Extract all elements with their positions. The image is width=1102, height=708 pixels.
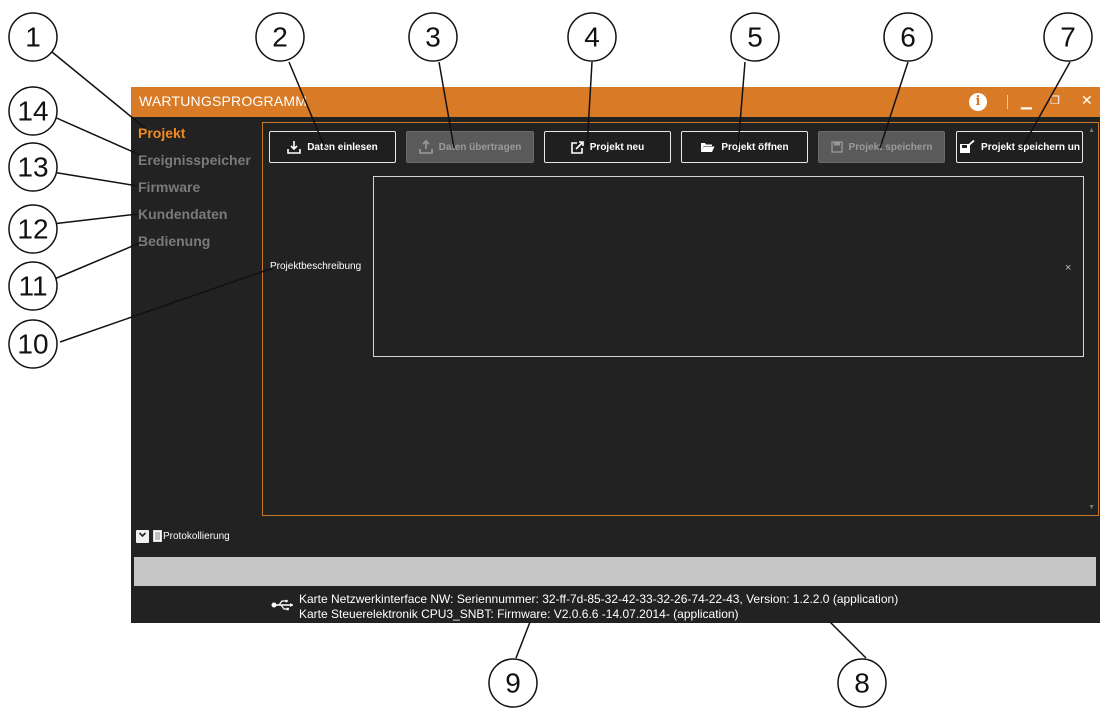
title-bar[interactable]: WARTUNGSPROGRAMM i ▁ ❐ ✕ xyxy=(131,87,1100,117)
document-icon xyxy=(153,530,162,542)
info-icon[interactable]: i xyxy=(969,93,987,111)
projekt-neu-button[interactable]: Projekt neu xyxy=(544,131,671,163)
window-title: WARTUNGSPROGRAMM xyxy=(139,93,308,109)
save-icon xyxy=(830,141,843,153)
callout-8: 8 xyxy=(854,668,870,699)
projekt-speichern-button[interactable]: Projekt speichern xyxy=(818,131,945,163)
scroll-down-icon[interactable]: ▼ xyxy=(1088,504,1095,511)
status-line-network: Karte Netzwerkinterface NW: Seriennummer… xyxy=(299,592,899,606)
chevron-down-icon[interactable] xyxy=(136,530,149,543)
minimize-icon[interactable]: ▁ xyxy=(1021,93,1032,110)
protokollierung-label[interactable]: Protokollierung xyxy=(163,531,230,542)
folder-open-icon xyxy=(701,143,715,152)
upload-tray-icon xyxy=(418,140,433,154)
sidebar-item-bedienung[interactable]: Bedienung xyxy=(138,233,210,249)
sidebar-item-ereignisspeicher[interactable]: Ereignisspeicher xyxy=(138,152,251,168)
projekt-neu-label: Projekt neu xyxy=(589,141,645,153)
projekt-speichern-unter-button[interactable]: Projekt speichern un xyxy=(956,131,1083,163)
callout-6: 6 xyxy=(900,22,916,53)
callout-3: 3 xyxy=(425,22,441,53)
daten-einlesen-button[interactable]: Daten einlesen xyxy=(269,131,396,163)
projekt-oeffnen-label: Projekt öffnen xyxy=(721,141,789,153)
title-separator xyxy=(1007,95,1008,109)
callout-4: 4 xyxy=(584,22,600,53)
callout-14: 14 xyxy=(17,96,48,127)
callout-10: 10 xyxy=(17,329,48,360)
callout-2: 2 xyxy=(272,22,288,53)
sidebar-item-firmware[interactable]: Firmware xyxy=(138,179,200,195)
projektbeschreibung-label: Projektbeschreibung xyxy=(270,261,362,272)
callout-1: 1 xyxy=(25,22,41,53)
projekt-oeffnen-button[interactable]: Projekt öffnen xyxy=(681,131,808,163)
callout-7: 7 xyxy=(1060,22,1076,53)
callout-13: 13 xyxy=(17,152,48,183)
callout-5: 5 xyxy=(747,22,763,53)
clear-description-icon[interactable]: × xyxy=(1065,262,1071,274)
callout-11: 11 xyxy=(18,271,47,302)
status-line-controller: Karte Steuerelektronik CPU3_SNBT: Firmwa… xyxy=(299,607,739,621)
restore-icon[interactable]: ❐ xyxy=(1050,94,1060,107)
callout-12: 12 xyxy=(17,214,48,245)
projektbeschreibung-field[interactable] xyxy=(373,176,1084,357)
new-external-icon xyxy=(570,140,584,154)
projekt-speichern-unter-label: Projekt speichern un xyxy=(981,141,1080,153)
sidebar-item-kundendaten[interactable]: Kundendaten xyxy=(138,206,227,222)
sidebar-item-projekt[interactable]: Projekt xyxy=(138,125,185,141)
callout-9: 9 xyxy=(505,668,521,699)
daten-uebertragen-label: Daten übertragen xyxy=(438,141,522,153)
log-output-area xyxy=(134,557,1096,586)
daten-uebertragen-button[interactable]: Daten übertragen xyxy=(406,131,534,163)
app-window: WARTUNGSPROGRAMM i ▁ ❐ ✕ Projekt Ereigni… xyxy=(131,87,1100,623)
download-tray-icon xyxy=(287,141,302,154)
projekt-speichern-label: Projekt speichern xyxy=(848,141,933,153)
usb-icon xyxy=(271,599,293,611)
save-as-icon xyxy=(960,140,975,153)
scroll-up-icon[interactable]: ▲ xyxy=(1088,127,1095,134)
close-icon[interactable]: ✕ xyxy=(1081,92,1093,109)
daten-einlesen-label: Daten einlesen xyxy=(307,141,378,153)
